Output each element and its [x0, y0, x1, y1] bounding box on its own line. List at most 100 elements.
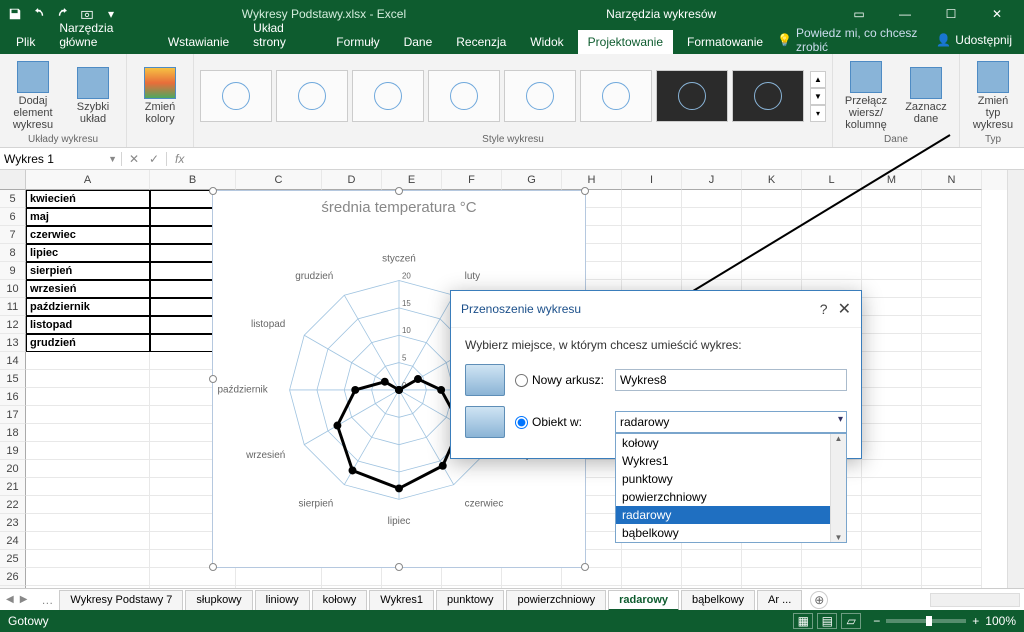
- cell[interactable]: [742, 208, 802, 226]
- zoom-out-icon[interactable]: −: [873, 614, 880, 628]
- cell[interactable]: październik: [26, 298, 150, 316]
- cell[interactable]: [26, 586, 150, 588]
- dropdown-item[interactable]: powierzchniowy: [616, 488, 846, 506]
- sheet-nav-prev-icon[interactable]: ◀: [4, 594, 16, 605]
- vertical-scrollbar[interactable]: [1007, 170, 1024, 588]
- cell[interactable]: [622, 568, 682, 586]
- chart-style-item[interactable]: [352, 70, 424, 122]
- cell[interactable]: [922, 568, 982, 586]
- cell[interactable]: [862, 550, 922, 568]
- sheet-tab[interactable]: słupkowy: [185, 590, 252, 611]
- cell[interactable]: [26, 514, 150, 532]
- cell[interactable]: [622, 262, 682, 280]
- tab-design[interactable]: Projektowanie: [578, 30, 673, 54]
- row-header[interactable]: 15: [0, 370, 26, 388]
- name-box[interactable]: ▼: [0, 152, 122, 166]
- cell[interactable]: [236, 568, 322, 586]
- cell[interactable]: [922, 334, 982, 352]
- cell[interactable]: [26, 478, 150, 496]
- cell[interactable]: [26, 532, 150, 550]
- chart-style-item[interactable]: [428, 70, 500, 122]
- cell[interactable]: [682, 226, 742, 244]
- cell[interactable]: [922, 586, 982, 588]
- switch-row-column-button[interactable]: Przełącz wiersz/kolumnę: [839, 59, 893, 133]
- tell-me-input[interactable]: 💡 Powiedz mi, co chcesz zrobić: [777, 26, 922, 54]
- row-header[interactable]: 13: [0, 334, 26, 352]
- cell[interactable]: [922, 550, 982, 568]
- cell[interactable]: [802, 226, 862, 244]
- cell[interactable]: [802, 208, 862, 226]
- dialog-close-icon[interactable]: ✕: [838, 299, 851, 319]
- cell[interactable]: [922, 190, 982, 208]
- row-header[interactable]: 24: [0, 532, 26, 550]
- cell[interactable]: [862, 532, 922, 550]
- tab-page-layout[interactable]: Układ strony: [243, 16, 322, 54]
- select-all-corner[interactable]: [0, 170, 26, 190]
- column-header[interactable]: C: [236, 170, 322, 190]
- row-header[interactable]: 7: [0, 226, 26, 244]
- cell[interactable]: [682, 568, 742, 586]
- cell[interactable]: [862, 334, 922, 352]
- chart-style-item[interactable]: [504, 70, 576, 122]
- cell[interactable]: [26, 568, 150, 586]
- cell[interactable]: [742, 550, 802, 568]
- cell[interactable]: [922, 226, 982, 244]
- resize-handle[interactable]: [581, 563, 589, 571]
- resize-handle[interactable]: [581, 187, 589, 195]
- quick-layout-button[interactable]: Szybkiukład: [66, 65, 120, 127]
- cell[interactable]: [502, 568, 562, 586]
- cell[interactable]: [922, 298, 982, 316]
- chart-style-item[interactable]: [732, 70, 804, 122]
- cell[interactable]: sierpień: [26, 262, 150, 280]
- column-header[interactable]: A: [26, 170, 150, 190]
- formula-input[interactable]: [192, 152, 1024, 166]
- cell[interactable]: [862, 460, 922, 478]
- cell[interactable]: [922, 388, 982, 406]
- change-colors-button[interactable]: Zmieńkolory: [133, 65, 187, 127]
- sheet-tab[interactable]: radarowy: [608, 590, 679, 611]
- cell[interactable]: [922, 424, 982, 442]
- resize-handle[interactable]: [209, 563, 217, 571]
- cell[interactable]: [442, 586, 502, 588]
- tab-formulas[interactable]: Formuły: [326, 30, 389, 54]
- row-header[interactable]: 20: [0, 460, 26, 478]
- column-header[interactable]: N: [922, 170, 982, 190]
- cell[interactable]: [862, 370, 922, 388]
- column-header[interactable]: I: [622, 170, 682, 190]
- cell[interactable]: [922, 244, 982, 262]
- cell[interactable]: [682, 244, 742, 262]
- cell[interactable]: [862, 424, 922, 442]
- dialog-help-icon[interactable]: ?: [820, 301, 828, 317]
- dropdown-item[interactable]: Wykres1: [616, 452, 846, 470]
- cell[interactable]: [682, 190, 742, 208]
- tab-home[interactable]: Narzędzia główne: [49, 16, 153, 54]
- row-header[interactable]: 26: [0, 568, 26, 586]
- column-header[interactable]: H: [562, 170, 622, 190]
- row-header[interactable]: 9: [0, 262, 26, 280]
- cell[interactable]: [502, 586, 562, 588]
- radio-new-sheet-input[interactable]: [515, 374, 528, 387]
- page-break-icon[interactable]: ▱: [841, 613, 861, 629]
- sheet-tabs-overflow[interactable]: …: [37, 593, 57, 607]
- radio-object-in-input[interactable]: [515, 416, 528, 429]
- cancel-formula-icon[interactable]: ✕: [126, 152, 142, 166]
- cell[interactable]: [742, 568, 802, 586]
- row-header[interactable]: 19: [0, 442, 26, 460]
- sheet-tab[interactable]: kołowy: [312, 590, 368, 611]
- chart-style-item[interactable]: [580, 70, 652, 122]
- row-header[interactable]: 22: [0, 496, 26, 514]
- cell[interactable]: [862, 226, 922, 244]
- cell[interactable]: [26, 370, 150, 388]
- zoom-value[interactable]: 100%: [985, 614, 1016, 628]
- row-header[interactable]: 27: [0, 586, 26, 588]
- cell[interactable]: [862, 262, 922, 280]
- maximize-icon[interactable]: ☐: [928, 0, 974, 28]
- cell[interactable]: [26, 550, 150, 568]
- new-sheet-name-input[interactable]: [615, 369, 847, 391]
- cell[interactable]: wrzesień: [26, 280, 150, 298]
- cell[interactable]: lipiec: [26, 244, 150, 262]
- chart-title[interactable]: średnia temperatura °C: [213, 191, 585, 220]
- row-header[interactable]: 10: [0, 280, 26, 298]
- column-header[interactable]: F: [442, 170, 502, 190]
- resize-handle[interactable]: [395, 187, 403, 195]
